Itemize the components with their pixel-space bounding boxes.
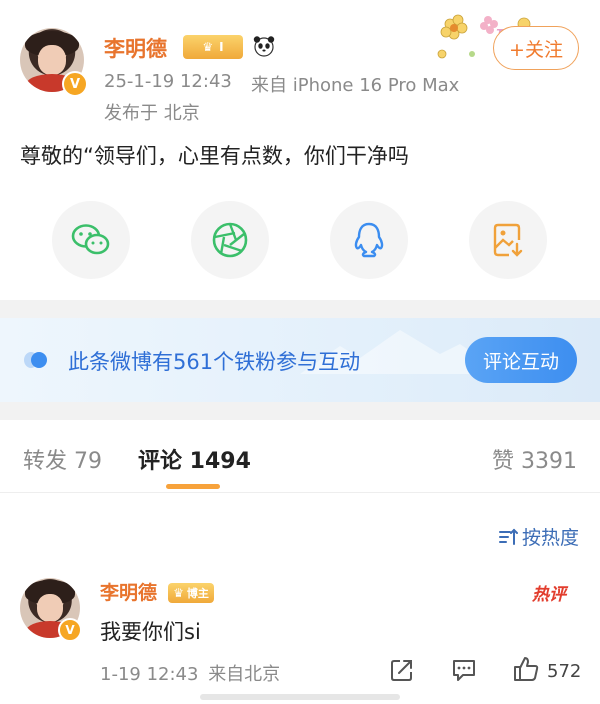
- crown-icon: ♛: [173, 586, 184, 600]
- rank-badge-label: I: [219, 40, 224, 54]
- reply-comment-button[interactable]: [451, 658, 477, 686]
- tab-repost[interactable]: 转发 79: [23, 443, 102, 475]
- commenter-verified-icon: V: [58, 618, 82, 642]
- share-out-icon: [391, 660, 412, 681]
- thumbs-up-icon: [514, 657, 539, 681]
- like-comment-button[interactable]: [512, 655, 540, 687]
- comment-source: 来自北京: [208, 664, 281, 685]
- comment-time: 1-19 12:43: [100, 664, 199, 685]
- active-tab-indicator: [166, 484, 220, 489]
- blogger-badge: ♛ 博主: [168, 583, 214, 603]
- tabs-divider: [0, 492, 600, 493]
- follow-button[interactable]: +关注: [493, 26, 579, 70]
- tab-likes[interactable]: 赞 3391: [492, 443, 577, 475]
- comment-author-row: 李明德 ♛ 博主: [100, 578, 214, 605]
- share-moments-button[interactable]: [191, 201, 269, 279]
- post-timestamp: 25-1-19 12:43: [104, 71, 232, 92]
- sort-label: 按热度: [522, 527, 580, 549]
- comment-text: 我要你们si: [100, 620, 201, 644]
- share-qq-button[interactable]: [330, 201, 408, 279]
- follow-button-label: +关注: [509, 38, 563, 61]
- fans-banner-text: 此条微博有561个铁粉参与互动: [68, 350, 361, 374]
- post-source: 来自 iPhone 16 Pro Max: [251, 75, 460, 96]
- post-text: 尊敬的“领导们，心里有点数，你们干净吗: [20, 144, 409, 168]
- moments-icon: [212, 222, 248, 258]
- forward-comment-button[interactable]: [390, 658, 414, 686]
- post-location: 发布于 北京: [104, 103, 200, 124]
- save-image-icon: [493, 223, 523, 257]
- sort-icon: [499, 528, 518, 545]
- section-separator: [0, 402, 600, 420]
- author-name[interactable]: 李明德: [104, 33, 167, 63]
- comment-bubble-icon: [453, 660, 475, 681]
- sort-by-hot-button[interactable]: 按热度: [498, 523, 579, 550]
- crown-icon: ♛: [202, 40, 214, 54]
- tab-comments[interactable]: 评论 1494: [138, 443, 251, 475]
- save-image-button[interactable]: [469, 201, 547, 279]
- share-wechat-button[interactable]: [52, 201, 130, 279]
- fans-bubble-icon: [24, 350, 54, 370]
- home-indicator: [200, 694, 400, 700]
- rank-badge: ♛ I: [183, 35, 243, 59]
- comment-like-count: 572: [547, 661, 582, 682]
- comment-author-name[interactable]: 李明德: [100, 582, 157, 604]
- verified-badge-icon: V: [62, 71, 88, 97]
- comment-interact-button[interactable]: 评论互动: [465, 337, 577, 383]
- hot-comment-tag: 热评: [532, 585, 566, 605]
- section-separator: [0, 300, 600, 318]
- blogger-badge-label: 博主: [186, 587, 209, 600]
- wechat-icon: [71, 224, 110, 255]
- comment-meta: 1-19 12:43 来自北京: [100, 660, 280, 686]
- comment-interact-label: 评论互动: [482, 350, 559, 373]
- qq-icon: [354, 222, 384, 258]
- panda-icon: [252, 34, 276, 58]
